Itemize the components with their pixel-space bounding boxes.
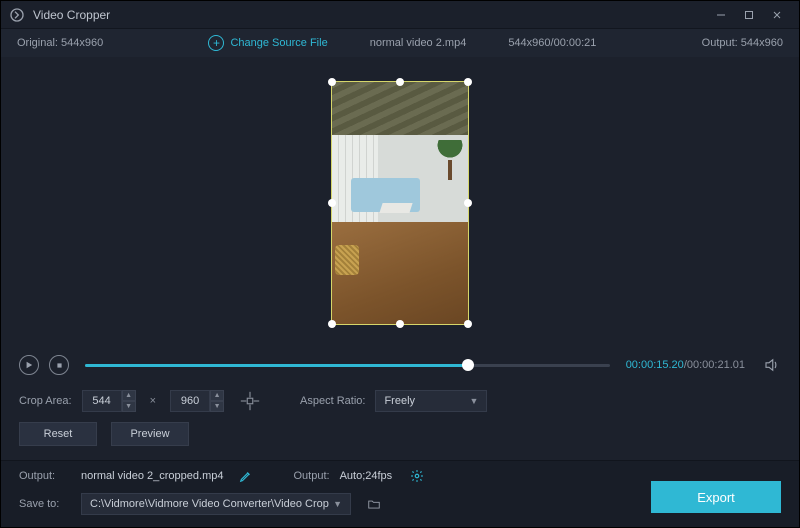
output-dimensions: Output: 544x960 xyxy=(702,37,783,49)
crop-handle-sw[interactable] xyxy=(328,320,336,328)
output-file-label: Output: xyxy=(19,470,71,482)
crop-controls: Crop Area: ▲ ▼ × ▲ ▼ Aspect Ratio: Freel… xyxy=(1,382,799,416)
plus-circle-icon: + xyxy=(208,35,224,51)
change-source-label: Change Source File xyxy=(230,37,327,49)
crop-height-input[interactable]: ▲ ▼ xyxy=(170,390,224,412)
chevron-down-icon: ▼ xyxy=(470,396,479,406)
aspect-ratio-select[interactable]: Freely ▼ xyxy=(375,390,487,412)
crop-width-down[interactable]: ▼ xyxy=(122,401,136,412)
source-dims-duration: 544x960/00:00:21 xyxy=(508,37,596,49)
seek-thumb[interactable] xyxy=(462,359,474,371)
center-crop-icon[interactable] xyxy=(238,390,262,412)
play-button[interactable] xyxy=(19,355,39,375)
crop-handle-nw[interactable] xyxy=(328,78,336,86)
output-format-value: Auto;24fps xyxy=(340,470,393,482)
saveto-label: Save to: xyxy=(19,498,71,510)
total-time: 00:00:21.01 xyxy=(687,359,745,371)
crop-width-input[interactable]: ▲ ▼ xyxy=(82,390,136,412)
crop-height-up[interactable]: ▲ xyxy=(210,390,224,401)
aspect-ratio-label: Aspect Ratio: xyxy=(300,395,365,407)
change-source-button[interactable]: + Change Source File xyxy=(208,35,327,51)
maximize-button[interactable] xyxy=(735,5,763,25)
action-buttons: Reset Preview xyxy=(1,416,799,460)
titlebar: Video Cropper xyxy=(1,1,799,29)
minimize-button[interactable] xyxy=(707,5,735,25)
crop-width-up[interactable]: ▲ xyxy=(122,390,136,401)
crop-box[interactable] xyxy=(331,81,469,325)
crop-handle-se[interactable] xyxy=(464,320,472,328)
seek-slider[interactable] xyxy=(85,355,610,375)
output-settings-icon[interactable] xyxy=(410,469,424,483)
crop-width-field[interactable] xyxy=(82,390,122,412)
close-button[interactable] xyxy=(763,5,791,25)
preview-stage xyxy=(1,57,799,348)
crop-area-label: Crop Area: xyxy=(19,395,72,407)
transport-bar: 00:00:15.20/00:00:21.01 xyxy=(1,348,799,382)
source-filename: normal video 2.mp4 xyxy=(370,37,467,49)
volume-icon[interactable] xyxy=(763,356,781,374)
crop-handle-e[interactable] xyxy=(464,199,472,207)
crop-height-field[interactable] xyxy=(170,390,210,412)
open-folder-icon[interactable] xyxy=(367,497,381,511)
footer: Output: normal video 2_cropped.mp4 Outpu… xyxy=(1,460,799,527)
output-format-label: Output: xyxy=(293,470,329,482)
app-icon xyxy=(9,7,25,23)
crop-handle-w[interactable] xyxy=(328,199,336,207)
app-window: Video Cropper Original: 544x960 + Change… xyxy=(0,0,800,528)
dimension-separator: × xyxy=(146,395,160,407)
preview-button[interactable]: Preview xyxy=(111,422,189,446)
saveto-path: C:\Vidmore\Vidmore Video Converter\Video… xyxy=(90,498,329,510)
current-time: 00:00:15.20 xyxy=(626,359,684,371)
chevron-down-icon: ▼ xyxy=(333,499,342,509)
original-dimensions: Original: 544x960 xyxy=(17,37,103,49)
app-title: Video Cropper xyxy=(33,8,110,22)
crop-handle-s[interactable] xyxy=(396,320,404,328)
video-preview xyxy=(332,82,468,324)
info-strip: Original: 544x960 + Change Source File n… xyxy=(1,29,799,57)
stop-button[interactable] xyxy=(49,355,69,375)
edit-filename-icon[interactable] xyxy=(239,469,253,483)
saveto-select[interactable]: C:\Vidmore\Vidmore Video Converter\Video… xyxy=(81,493,351,515)
crop-height-down[interactable]: ▼ xyxy=(210,401,224,412)
export-button[interactable]: Export xyxy=(651,481,781,513)
reset-button[interactable]: Reset xyxy=(19,422,97,446)
aspect-ratio-value: Freely xyxy=(384,395,415,407)
crop-handle-n[interactable] xyxy=(396,78,404,86)
crop-handle-ne[interactable] xyxy=(464,78,472,86)
timecode: 00:00:15.20/00:00:21.01 xyxy=(626,359,745,371)
output-filename: normal video 2_cropped.mp4 xyxy=(81,470,223,482)
